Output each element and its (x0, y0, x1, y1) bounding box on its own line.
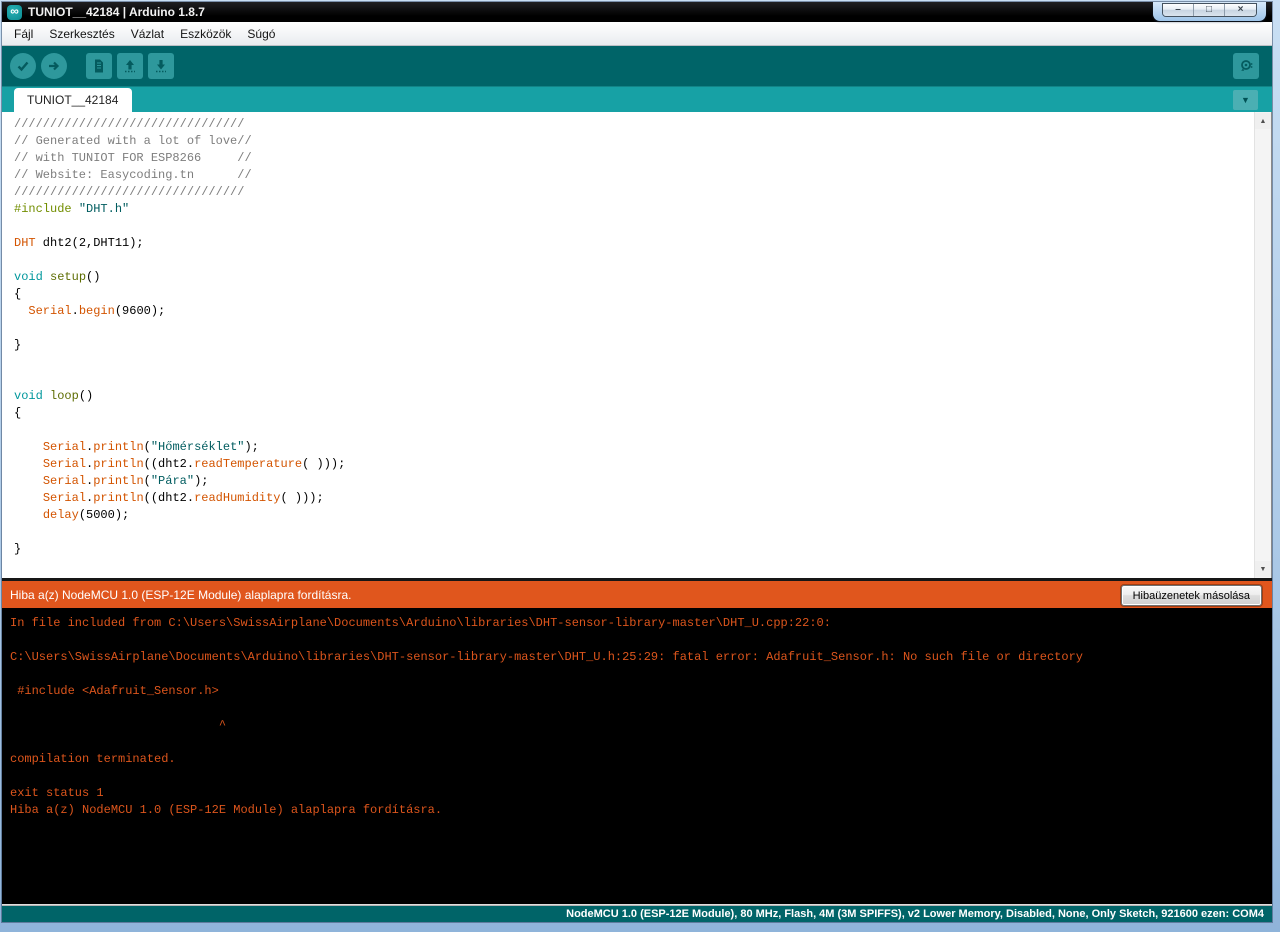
menu-tools[interactable]: Eszközök (172, 23, 239, 45)
code-line: { (14, 406, 22, 420)
menu-help[interactable]: Súgó (239, 23, 283, 45)
tab-menu-button[interactable]: ▼ (1233, 90, 1258, 110)
code-line: //////////////////////////////// (14, 117, 245, 131)
new-sketch-button[interactable] (86, 53, 112, 79)
serial-monitor-icon (1238, 58, 1255, 75)
check-icon (15, 58, 31, 74)
window-title: TUNIOT__42184 | Arduino 1.8.7 (28, 5, 205, 19)
code-line: { (14, 287, 22, 301)
open-sketch-button[interactable] (117, 53, 143, 79)
chevron-down-icon: ▼ (1241, 94, 1250, 105)
close-button[interactable]: × (1225, 4, 1256, 16)
console-line: #include <Adafruit_Sensor.h> (10, 684, 219, 698)
code-line: Serial.println("Hőmérséklet"); (42, 440, 259, 454)
title-bar[interactable]: ∞ TUNIOT__42184 | Arduino 1.8.7 – □ × (2, 2, 1272, 22)
menu-file[interactable]: Fájl (6, 23, 41, 45)
menu-sketch[interactable]: Vázlat (123, 23, 172, 45)
arrow-right-icon (46, 58, 62, 74)
window-controls: – □ × (1153, 2, 1266, 21)
board-status-bar: NodeMCU 1.0 (ESP-12E Module), 80 MHz, Fl… (2, 905, 1272, 922)
console-line: compilation terminated. (10, 752, 176, 766)
arrow-down-tray-icon (153, 58, 169, 74)
code-line: DHT dht2(2,DHT11); (14, 236, 144, 250)
maximize-button[interactable]: □ (1194, 4, 1225, 16)
console-line: exit status 1 (10, 786, 104, 800)
error-status-bar: Hiba a(z) NodeMCU 1.0 (ESP-12E Module) a… (2, 578, 1272, 608)
tab-label: TUNIOT__42184 (27, 93, 119, 107)
tab-bar: TUNIOT__42184 ▼ (2, 86, 1272, 112)
code-line: Serial.println((dht2.readTemperature( ))… (42, 457, 346, 471)
console-line: In file included from C:\Users\SwissAirp… (10, 616, 831, 630)
code-editor[interactable]: //////////////////////////////// // Gener… (2, 112, 1272, 578)
code-line: delay(5000); (42, 508, 130, 522)
code-line: // Generated with a lot of love// (14, 134, 252, 148)
scroll-down-button[interactable]: ▼ (1255, 561, 1271, 577)
console-line: Hiba a(z) NodeMCU 1.0 (ESP-12E Module) a… (10, 803, 443, 817)
scroll-up-button[interactable]: ▲ (1255, 113, 1271, 129)
copy-error-button[interactable]: Hibaüzenetek másolása (1120, 585, 1262, 606)
code-line: Serial.println((dht2.readHumidity( ))); (42, 491, 324, 505)
console-line: C:\Users\SwissAirplane\Documents\Arduino… (10, 650, 1083, 664)
code-line: Serial.println("Pára"); (42, 474, 209, 488)
code-line: Serial.begin(9600); (28, 304, 166, 318)
code-line: //////////////////////////////// (14, 185, 245, 199)
code-line: void loop() (14, 389, 94, 403)
code-line: } (14, 338, 22, 352)
code-line: } (14, 542, 22, 556)
arduino-logo-icon: ∞ (7, 4, 22, 20)
new-document-icon (91, 58, 107, 74)
serial-monitor-button[interactable] (1233, 53, 1259, 79)
editor-code: //////////////////////////////// // Gener… (2, 112, 1272, 558)
minimize-button[interactable]: – (1163, 4, 1194, 16)
arrow-up-tray-icon (122, 58, 138, 74)
menu-bar: Fájl Szerkesztés Vázlat Eszközök Súgó (2, 22, 1272, 46)
code-line: #include "DHT.h" (14, 202, 130, 216)
board-status-text: NodeMCU 1.0 (ESP-12E Module), 80 MHz, Fl… (566, 908, 1264, 920)
menu-edit[interactable]: Szerkesztés (41, 23, 122, 45)
tab-sketch[interactable]: TUNIOT__42184 (14, 88, 132, 112)
code-line: // with TUNIOT FOR ESP8266 // (14, 151, 252, 165)
save-sketch-button[interactable] (148, 53, 174, 79)
console-output[interactable]: In file included from C:\Users\SwissAirp… (2, 608, 1272, 904)
toolbar (2, 46, 1272, 86)
code-line: void setup() (14, 270, 101, 284)
code-line: // Website: Easycoding.tn // (14, 168, 252, 182)
arduino-ide-window: ∞ TUNIOT__42184 | Arduino 1.8.7 – □ × Fá… (2, 2, 1272, 922)
verify-button[interactable] (10, 53, 36, 79)
editor-scrollbar[interactable]: ▲ ▼ (1254, 112, 1271, 578)
upload-button[interactable] (41, 53, 67, 79)
error-message: Hiba a(z) NodeMCU 1.0 (ESP-12E Module) a… (10, 587, 352, 602)
console-line: ^ (10, 718, 227, 732)
